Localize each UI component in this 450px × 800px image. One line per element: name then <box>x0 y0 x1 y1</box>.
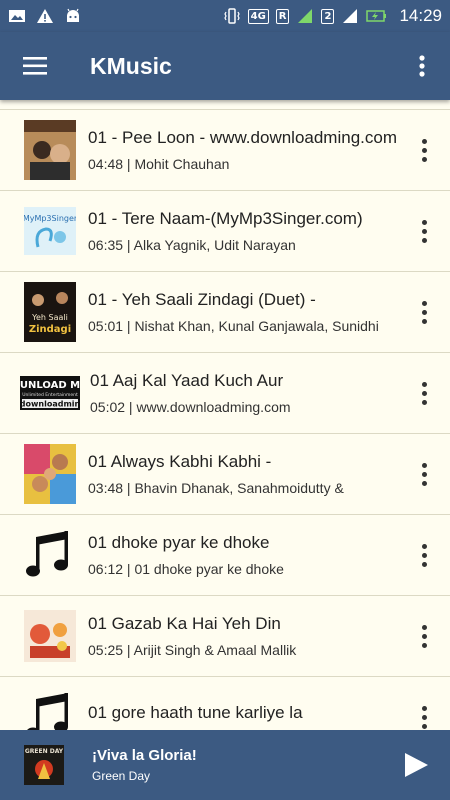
hamburger-menu-button[interactable] <box>0 32 70 100</box>
song-title: 01 - Tere Naam-(MyMp3Singer.com) <box>88 209 363 228</box>
svg-text:downloadmin: downloadmin <box>20 400 80 409</box>
gallery-notification-icon <box>9 10 25 22</box>
song-row[interactable]: Yeh Saali Zindagi 01 - Yeh Saali Zindagi … <box>0 272 450 353</box>
album-art-gazab-ka-hai-yeh-din <box>24 606 76 666</box>
album-art-downloadming: UNLOAD M Unlimited Entertainment downloadm… <box>20 376 80 410</box>
music-note-icon <box>24 525 76 585</box>
more-vert-icon <box>421 300 427 324</box>
song-meta: 03:48 | Bhavin Dhanak, Sanahmoidutty & <box>88 480 344 496</box>
svg-text:Yeh Saali: Yeh Saali <box>31 313 68 322</box>
now-playing-artist: Green Day <box>92 769 151 783</box>
more-vert-icon <box>421 462 427 486</box>
song-options-button[interactable] <box>410 434 438 514</box>
song-title: 01 Always Kabhi Kabhi - <box>88 452 272 471</box>
now-playing-bar[interactable]: GREEN DAY ¡Viva la Gloria! Green Day <box>0 730 450 800</box>
song-meta: 04:48 | Mohit Chauhan <box>88 156 230 172</box>
sim2-badge: 2 <box>321 8 335 24</box>
list-divider <box>0 100 450 110</box>
more-vert-icon <box>421 624 427 648</box>
song-row[interactable]: 01 dhoke pyar ke dhoke 06:12 | 01 dhoke … <box>0 515 450 596</box>
song-row[interactable]: UNLOAD M Unlimited Entertainment downloadm… <box>0 353 450 434</box>
app-bar: KMusic <box>0 32 450 100</box>
album-art-always-kabhi-kabhi <box>24 444 76 504</box>
song-meta: 05:25 | Arijit Singh & Amaal Mallik <box>88 642 297 658</box>
song-options-button[interactable] <box>410 596 438 676</box>
svg-text:GREEN DAY: GREEN DAY <box>25 748 64 755</box>
svg-text:Unlimited Entertainment: Unlimited Entertainment <box>22 392 78 398</box>
song-row[interactable]: MyMp3Singer 01 - Tere Naam-(MyMp3Singer.… <box>0 191 450 272</box>
song-meta: 05:02 | www.downloadming.com <box>90 399 291 415</box>
more-vert-icon <box>419 55 425 77</box>
song-meta: 06:35 | Alka Yagnik, Udit Narayan <box>88 237 296 253</box>
song-title: 01 Aaj Kal Yaad Kuch Aur <box>90 371 284 390</box>
more-vert-icon <box>421 705 427 729</box>
svg-text:UNLOAD M: UNLOAD M <box>20 380 80 391</box>
song-options-button[interactable] <box>410 353 438 433</box>
hamburger-icon <box>23 57 47 75</box>
play-icon <box>405 753 428 777</box>
song-title: 01 dhoke pyar ke dhoke <box>88 533 270 552</box>
album-art-pee-loon <box>24 120 76 180</box>
song-list[interactable]: 01 - Pee Loon - www.downloadming.com 04:… <box>0 100 450 730</box>
album-art-tere-naam: MyMp3Singer <box>24 201 76 261</box>
song-title: 01 gore haath tune karliye la <box>88 703 303 722</box>
more-vert-icon <box>421 219 427 243</box>
roaming-badge: R <box>275 8 290 24</box>
song-meta: 05:01 | Nishat Khan, Kunal Ganjawala, Su… <box>88 318 379 334</box>
song-options-button[interactable] <box>410 515 438 595</box>
overflow-menu-button[interactable] <box>394 32 450 100</box>
vibrate-icon <box>223 8 240 24</box>
svg-text:MyMp3Singer: MyMp3Singer <box>24 214 76 223</box>
signal-sim2-icon <box>343 9 358 23</box>
song-options-button[interactable] <box>410 191 438 271</box>
play-button[interactable] <box>396 745 436 785</box>
status-bar: 4G R 2 14:29 <box>0 0 450 32</box>
song-row[interactable]: 01 Always Kabhi Kabhi - 03:48 | Bhavin D… <box>0 434 450 515</box>
song-row[interactable]: 01 - Pee Loon - www.downloadming.com 04:… <box>0 110 450 191</box>
android-notification-icon <box>67 8 79 22</box>
app-title: KMusic <box>90 52 172 79</box>
more-vert-icon <box>421 381 427 405</box>
song-title: 01 - Yeh Saali Zindagi (Duet) - <box>88 290 316 309</box>
song-title: 01 Gazab Ka Hai Yeh Din <box>88 614 281 633</box>
song-options-button[interactable] <box>410 110 438 190</box>
song-meta: 06:12 | 01 dhoke pyar ke dhoke <box>88 561 284 577</box>
svg-text:Zindagi: Zindagi <box>29 324 71 335</box>
song-row[interactable]: 01 Gazab Ka Hai Yeh Din 05:25 | Arijit S… <box>0 596 450 677</box>
song-options-button[interactable] <box>410 677 438 730</box>
music-note-icon <box>24 687 76 730</box>
warning-notification-icon <box>37 9 53 23</box>
song-title: 01 - Pee Loon - www.downloadming.com <box>88 128 397 147</box>
signal-sim1-icon <box>298 9 313 23</box>
now-playing-title: ¡Viva la Gloria! <box>92 747 197 764</box>
more-vert-icon <box>421 543 427 567</box>
album-art-yeh-saali-zindagi: Yeh Saali Zindagi <box>24 282 76 342</box>
now-playing-album-art: GREEN DAY <box>24 745 64 785</box>
battery-charging-icon <box>366 10 387 22</box>
more-vert-icon <box>421 138 427 162</box>
song-options-button[interactable] <box>410 272 438 352</box>
network-type-badge: 4G <box>247 8 269 24</box>
status-time: 14:29 <box>399 6 442 25</box>
song-row[interactable]: 01 gore haath tune karliye la <box>0 677 450 730</box>
